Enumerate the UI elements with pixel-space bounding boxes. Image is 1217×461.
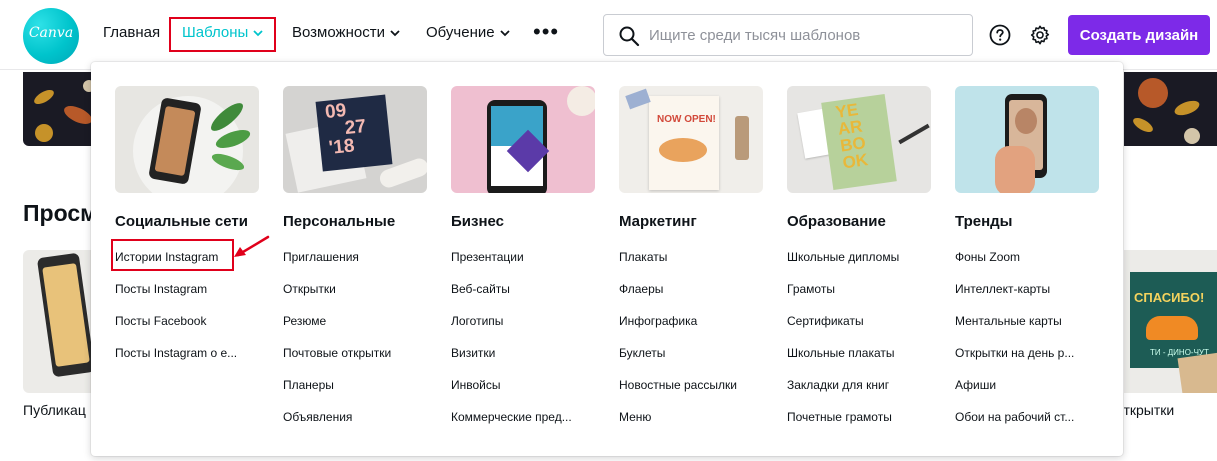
- link-proposals[interactable]: Коммерческие пред...: [451, 410, 572, 424]
- link-facebook-posts[interactable]: Посты Facebook: [115, 314, 206, 328]
- link-logos[interactable]: Логотипы: [451, 314, 503, 328]
- menu-column-social: Социальные сети Истории Instagram Посты …: [115, 86, 259, 360]
- link-announcements[interactable]: Объявления: [283, 410, 352, 424]
- column-title-social[interactable]: Социальные сети: [115, 213, 248, 230]
- nav-learn[interactable]: Обучение: [426, 24, 511, 41]
- column-title-education[interactable]: Образование: [787, 213, 886, 230]
- link-menus[interactable]: Меню: [619, 410, 651, 424]
- link-birthday-cards[interactable]: Открытки на день р...: [955, 346, 1074, 360]
- canva-logo[interactable]: Canva: [23, 8, 79, 64]
- chevron-down-icon: [390, 29, 400, 36]
- link-infographics[interactable]: Инфографика: [619, 314, 697, 328]
- red-arrow-icon: [234, 235, 270, 257]
- link-invitations[interactable]: Приглашения: [283, 250, 359, 264]
- link-honor-certificates[interactable]: Почетные грамоты: [787, 410, 892, 424]
- column-title-business[interactable]: Бизнес: [451, 213, 504, 230]
- nav-features[interactable]: Возможности: [292, 24, 401, 41]
- top-header: Canva Главная Шаблоны Возможности Обучен…: [0, 0, 1217, 70]
- section-heading: Просм: [23, 200, 93, 226]
- help-circle-icon[interactable]: [989, 24, 1011, 46]
- link-newsletters[interactable]: Новостные рассылки: [619, 378, 737, 392]
- gear-icon[interactable]: [1029, 24, 1051, 46]
- search-bar[interactable]: [603, 14, 973, 56]
- column-title-personal[interactable]: Персональные: [283, 213, 395, 230]
- link-zoom-backgrounds[interactable]: Фоны Zoom: [955, 250, 1020, 264]
- nav-home-label: Главная: [103, 24, 161, 41]
- search-icon: [619, 26, 640, 47]
- menu-column-education: YE AR BO OK Образование Школьные дипломы…: [787, 86, 931, 424]
- template-card-right-label: открытки: [1124, 402, 1175, 418]
- link-mental-maps[interactable]: Ментальные карты: [955, 314, 1062, 328]
- link-brochures[interactable]: Буклеты: [619, 346, 665, 360]
- thumb-social[interactable]: [115, 86, 259, 193]
- menu-column-business: Бизнес Презентации Веб-сайты Логотипы Ви…: [451, 86, 595, 424]
- menu-column-personal: 09 27 '18 Персональные Приглашения Откры…: [283, 86, 427, 424]
- link-websites[interactable]: Веб-сайты: [451, 282, 510, 296]
- link-desktop-wallpapers[interactable]: Обои на рабочий ст...: [955, 410, 1074, 424]
- logo-text: Canva: [28, 25, 74, 41]
- link-resume[interactable]: Резюме: [283, 314, 326, 328]
- chevron-down-icon: [499, 29, 510, 36]
- link-certificates-awards[interactable]: Грамоты: [787, 282, 835, 296]
- nav-features-label: Возможности: [292, 24, 385, 41]
- template-card-left-label: Публикац: [23, 402, 86, 418]
- link-school-diplomas[interactable]: Школьные дипломы: [787, 250, 899, 264]
- more-horizontal-icon[interactable]: •••: [533, 21, 559, 43]
- template-card-right[interactable]: СПАСИБО! ТИ - ДИНО-ЧУТ: [1124, 250, 1217, 393]
- instagram-stories-highlight-box: [111, 239, 234, 271]
- link-business-cards[interactable]: Визитки: [451, 346, 495, 360]
- nav-learn-label: Обучение: [426, 24, 495, 41]
- thumb-trends[interactable]: [955, 86, 1099, 193]
- postcard-title: СПАСИБО!: [1134, 290, 1205, 305]
- create-design-button[interactable]: Создать дизайн: [1068, 15, 1210, 55]
- link-cards[interactable]: Открытки: [283, 282, 336, 296]
- link-flyers[interactable]: Флаеры: [619, 282, 663, 296]
- thumb-marketing[interactable]: NOW OPEN!: [619, 86, 763, 193]
- link-planners[interactable]: Планеры: [283, 378, 334, 392]
- link-instagram-posts[interactable]: Посты Instagram: [115, 282, 207, 296]
- link-presentations[interactable]: Презентации: [451, 250, 524, 264]
- link-mind-maps[interactable]: Интеллект-карты: [955, 282, 1050, 296]
- thumb-personal[interactable]: 09 27 '18: [283, 86, 427, 193]
- thumb-poster-text: NOW OPEN!: [657, 114, 716, 125]
- search-input[interactable]: [649, 23, 959, 47]
- link-postcards[interactable]: Почтовые открытки: [283, 346, 391, 360]
- link-certificates[interactable]: Сертификаты: [787, 314, 864, 328]
- column-title-trends[interactable]: Тренды: [955, 213, 1013, 230]
- link-invoices[interactable]: Инвойсы: [451, 378, 501, 392]
- thumb-education[interactable]: YE AR BO OK: [787, 86, 931, 193]
- link-posters[interactable]: Плакаты: [619, 250, 667, 264]
- thumb-date-3: '18: [327, 135, 356, 159]
- link-bookmarks[interactable]: Закладки для книг: [787, 378, 889, 392]
- column-title-marketing[interactable]: Маркетинг: [619, 213, 697, 230]
- menu-column-trends: Тренды Фоны Zoom Интеллект-карты Менталь…: [955, 86, 1099, 424]
- templates-highlight-box: [169, 17, 276, 52]
- banner-image-right: [1124, 72, 1217, 146]
- template-card-left[interactable]: [23, 250, 93, 393]
- menu-column-marketing: NOW OPEN! Маркетинг Плакаты Флаеры Инфог…: [619, 86, 763, 424]
- thumb-yearbook-4: OK: [841, 150, 870, 173]
- link-event-posters[interactable]: Афиши: [955, 378, 996, 392]
- link-school-posters[interactable]: Школьные плакаты: [787, 346, 895, 360]
- link-instagram-posts-about[interactable]: Посты Instagram о е...: [115, 346, 237, 360]
- nav-home[interactable]: Главная: [103, 24, 160, 41]
- thumb-business[interactable]: [451, 86, 595, 193]
